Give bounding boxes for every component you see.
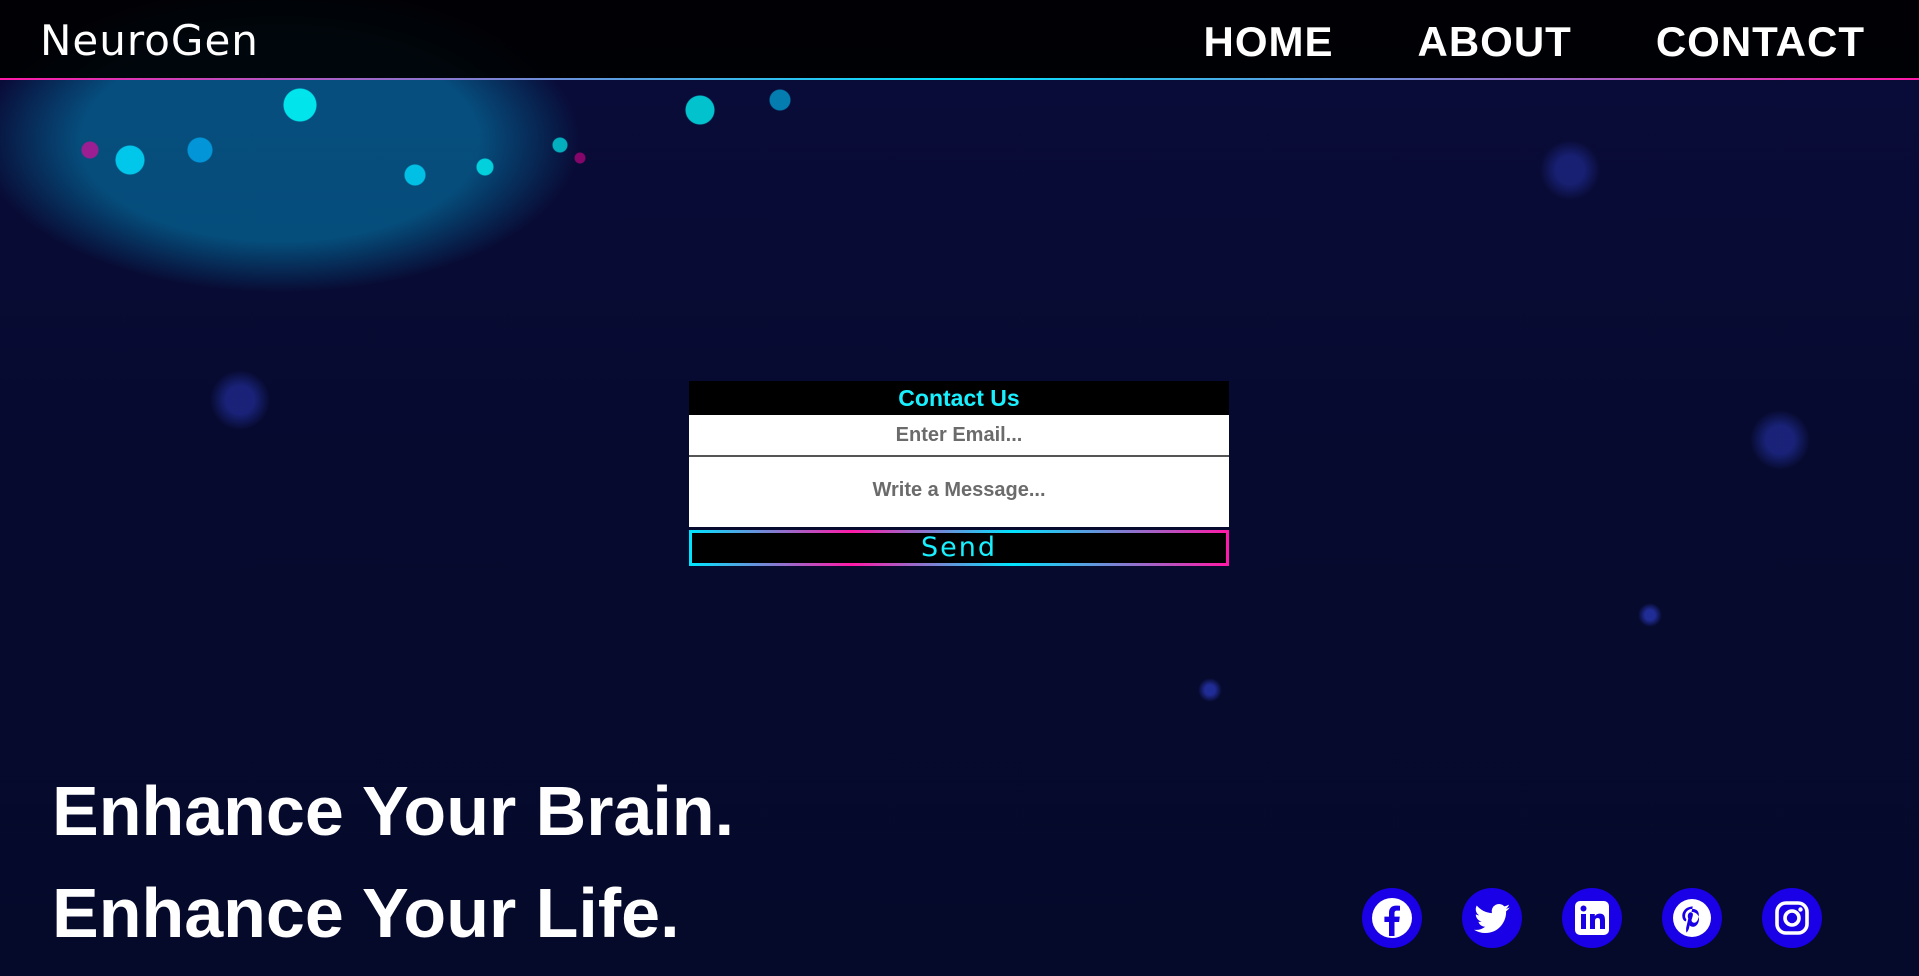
nav-home-link[interactable]: HOME [1203,18,1333,66]
social-links [1362,888,1822,948]
nav-contact-link[interactable]: CONTACT [1656,18,1865,66]
facebook-link[interactable] [1362,888,1422,948]
hero-line-1: Enhance Your Brain. [52,772,735,850]
pinterest-icon [1673,899,1711,937]
navbar: NeuroGen HOME ABOUT CONTACT [0,0,1919,80]
send-button[interactable]: Send [689,530,1229,566]
contact-form: Contact Us Send [689,381,1229,566]
twitter-link[interactable] [1462,888,1522,948]
instagram-link[interactable] [1762,888,1822,948]
linkedin-icon [1575,901,1609,935]
logo[interactable]: NeuroGen [40,16,259,65]
facebook-icon [1372,898,1412,938]
nav-about-link[interactable]: ABOUT [1417,18,1571,66]
contact-form-title: Contact Us [689,381,1229,415]
nav-menu: HOME ABOUT CONTACT [1203,18,1865,66]
twitter-icon [1474,903,1510,934]
instagram-icon [1775,901,1809,935]
linkedin-link[interactable] [1562,888,1622,948]
hero-line-2: Enhance Your Life. [52,874,680,952]
email-field[interactable] [689,415,1229,457]
message-field[interactable] [689,457,1229,527]
pinterest-link[interactable] [1662,888,1722,948]
hero-tagline: Enhance Your Brain. Enhance Your Life. [52,760,734,964]
